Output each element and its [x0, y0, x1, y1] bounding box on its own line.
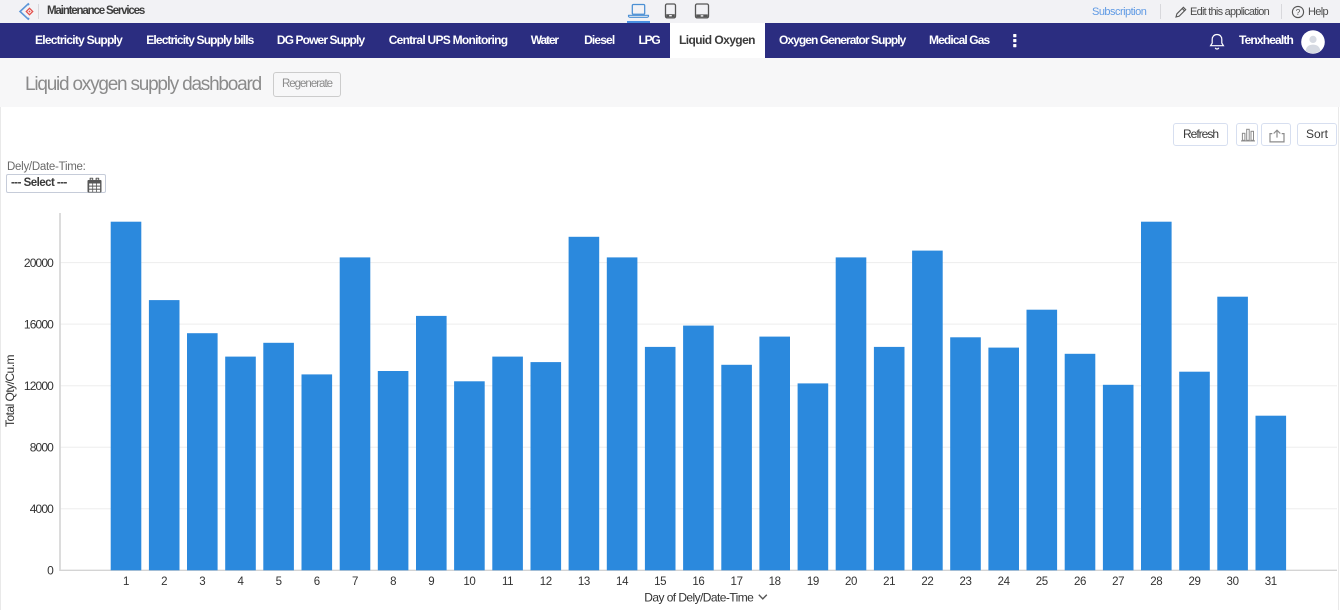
svg-text:24: 24	[998, 576, 1011, 588]
svg-text:31: 31	[1265, 576, 1277, 588]
svg-text:26: 26	[1074, 576, 1086, 588]
svg-text:4: 4	[237, 576, 244, 588]
svg-text:17: 17	[731, 576, 743, 588]
svg-text:3: 3	[199, 576, 205, 588]
svg-text:12000: 12000	[24, 379, 54, 393]
svg-text:6: 6	[314, 576, 320, 588]
svg-text:12: 12	[540, 576, 552, 588]
svg-text:0: 0	[47, 564, 54, 578]
svg-text:?: ?	[1296, 7, 1301, 17]
svg-text:25: 25	[1036, 576, 1048, 588]
svg-text:Total Qty/Cu.m: Total Qty/Cu.m	[3, 355, 17, 427]
svg-text:8000: 8000	[30, 441, 54, 455]
svg-text:13: 13	[578, 576, 590, 588]
svg-text:15: 15	[654, 576, 666, 588]
svg-text:21: 21	[883, 576, 895, 588]
svg-text:27: 27	[1112, 576, 1124, 588]
svg-text:22: 22	[921, 576, 933, 588]
svg-text:16000: 16000	[24, 317, 54, 331]
svg-text:16: 16	[692, 576, 704, 588]
svg-text:19: 19	[807, 576, 819, 588]
svg-text:7: 7	[352, 576, 358, 588]
svg-text:10: 10	[463, 576, 475, 588]
svg-text:8: 8	[390, 576, 396, 588]
svg-text:18: 18	[769, 576, 781, 588]
svg-text:5: 5	[276, 576, 282, 588]
svg-text:Day of Dely/Date-Time: Day of Dely/Date-Time	[644, 590, 754, 604]
svg-text:14: 14	[616, 576, 629, 588]
svg-text:30: 30	[1227, 576, 1239, 588]
svg-text:20000: 20000	[24, 256, 54, 270]
svg-text:2: 2	[161, 576, 167, 588]
svg-text:23: 23	[959, 576, 971, 588]
svg-text:20: 20	[845, 576, 857, 588]
svg-text:9: 9	[428, 576, 434, 588]
svg-text:29: 29	[1188, 576, 1200, 588]
svg-text:4000: 4000	[30, 502, 54, 516]
svg-text:28: 28	[1150, 576, 1162, 588]
svg-text:11: 11	[502, 576, 513, 588]
svg-text:1: 1	[123, 576, 129, 588]
